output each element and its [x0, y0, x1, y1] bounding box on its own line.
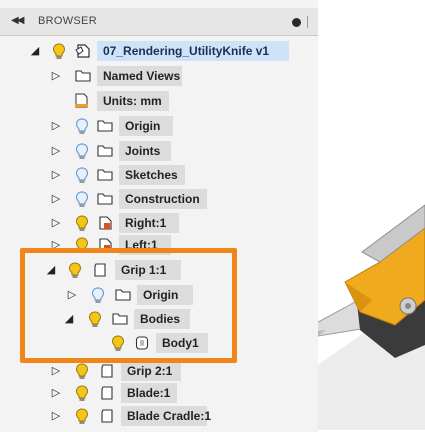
collapsed-triangle-icon[interactable]: ▷ [50, 217, 62, 229]
collapsed-triangle-icon[interactable]: ▷ [50, 145, 62, 157]
tree-row-grip2[interactable]: ▷ Grip 2:1 [0, 361, 318, 381]
component-icon [101, 409, 113, 423]
collapsed-triangle-icon[interactable]: ▷ [50, 120, 62, 132]
tree-row-joints[interactable]: ▷ Joints [0, 141, 318, 161]
lightbulb-off-icon[interactable] [75, 118, 89, 135]
grip2-component-label[interactable]: Grip 2:1 [121, 361, 181, 381]
units-icon [75, 93, 88, 108]
joints-label[interactable]: Joints [119, 141, 171, 161]
component-document-icon [75, 44, 90, 58]
root-component-label[interactable]: 07_Rendering_UtilityKnife v1 [97, 41, 289, 61]
browser-header: ◀◀ BROWSER [0, 8, 318, 36]
tree-row-right[interactable]: ▷ Right:1 [0, 213, 318, 233]
collapsed-triangle-icon[interactable]: ▷ [50, 169, 62, 181]
lightbulb-on-icon[interactable] [75, 385, 89, 402]
browser-title: BROWSER [38, 15, 97, 27]
browser-panel: ◀◀ BROWSER ◢ 07_Rendering_UtilityKnife v… [0, 0, 318, 432]
tree-row-root[interactable]: ◢ 07_Rendering_UtilityKnife v1 [0, 41, 318, 61]
pin-dot-icon[interactable] [292, 18, 301, 27]
tree-row-blade[interactable]: ▷ Blade:1 [0, 383, 318, 403]
tree-row-units[interactable]: Units: mm [0, 91, 318, 111]
expanded-triangle-icon[interactable]: ◢ [29, 45, 41, 57]
lightbulb-off-icon[interactable] [75, 143, 89, 160]
blade-component-label[interactable]: Blade:1 [121, 383, 177, 403]
collapsed-triangle-icon[interactable]: ▷ [50, 193, 62, 205]
tree-row-blade-cradle[interactable]: ▷ Blade Cradle:1 [0, 406, 318, 426]
linked-component-icon [99, 216, 112, 230]
collapsed-triangle-icon[interactable]: ▷ [50, 365, 62, 377]
lightbulb-on-icon[interactable] [75, 363, 89, 380]
tree-row-origin[interactable]: ▷ Origin [0, 116, 318, 136]
tree-row-construction[interactable]: ▷ Construction [0, 189, 318, 209]
named-views-label[interactable]: Named Views [97, 66, 182, 86]
folder-icon [97, 193, 113, 205]
folder-icon [97, 145, 113, 157]
sketches-label[interactable]: Sketches [119, 165, 185, 185]
lightbulb-off-icon[interactable] [75, 191, 89, 208]
component-icon [101, 364, 113, 378]
folder-icon [75, 70, 91, 82]
highlight-annotation-frame [20, 248, 237, 363]
component-icon [101, 386, 113, 400]
lightbulb-on-icon[interactable] [75, 408, 89, 425]
collapsed-triangle-icon[interactable]: ▷ [50, 387, 62, 399]
tree-row-sketches[interactable]: ▷ Sketches [0, 165, 318, 185]
collapsed-triangle-icon[interactable]: ▷ [50, 410, 62, 422]
construction-label[interactable]: Construction [119, 189, 207, 209]
collapsed-triangle-icon[interactable]: ▷ [50, 70, 62, 82]
lightbulb-on-icon[interactable] [75, 215, 89, 232]
right-component-label[interactable]: Right:1 [119, 213, 179, 233]
lightbulb-on-icon[interactable] [52, 43, 66, 60]
resize-grip[interactable] [307, 16, 308, 28]
blade-cradle-component-label[interactable]: Blade Cradle:1 [121, 406, 211, 426]
tree-row-named-views[interactable]: ▷ Named Views [0, 66, 318, 86]
units-label[interactable]: Units: mm [97, 91, 169, 111]
folder-icon [97, 120, 113, 132]
folder-icon [97, 169, 113, 181]
double-left-arrow-icon[interactable]: ◀◀ [11, 15, 24, 26]
lightbulb-off-icon[interactable] [75, 167, 89, 184]
origin-label[interactable]: Origin [119, 116, 173, 136]
